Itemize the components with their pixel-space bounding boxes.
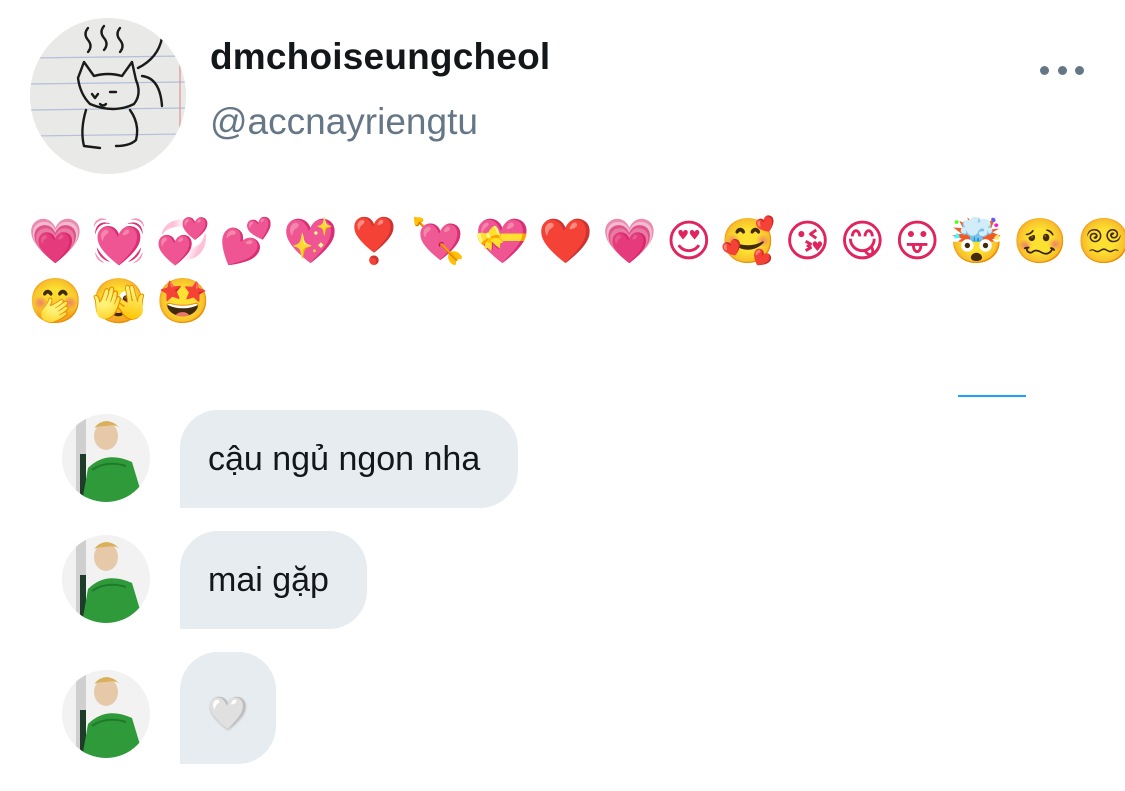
profile-avatar[interactable] (30, 18, 186, 174)
white-heart-icon: 🤍 (208, 694, 248, 732)
more-options-button[interactable] (1040, 56, 1084, 84)
message-bubble[interactable]: cậu ngủ ngon nha (180, 410, 519, 508)
more-horizontal-icon (1040, 65, 1049, 75)
dm-conversation: dmchoiseungcheol @accnayriengtu 💗💓💞💕💖❣️💘… (0, 0, 1125, 791)
profile-bio: 💗💓💞💕💖❣️💘💝❤️💗😍🥰😘😋😛🤯🥴😵‍💫 🤭🫣🤩 (28, 212, 1125, 332)
sender-avatar[interactable] (62, 670, 150, 758)
bio-emoji-line-2: 🤭🫣🤩 (28, 276, 220, 327)
cat-doodle-icon (30, 18, 186, 174)
message-bubble[interactable]: 🤍 (180, 652, 276, 764)
profile-handle: @accnayriengtu (210, 101, 478, 142)
person-avatar-icon (62, 670, 150, 758)
more-dot (1057, 65, 1067, 75)
person-avatar-icon (62, 535, 150, 623)
sender-avatar[interactable] (62, 535, 150, 623)
scroll-accent-bar (958, 395, 1026, 397)
bio-emoji-line-1: 💗💓💞💕💖❣️💘💝❤️💗😍🥰😘😋😛🤯🥴😵‍💫 (28, 216, 1125, 267)
display-name: dmchoiseungcheol (210, 36, 551, 77)
more-dot (1075, 65, 1084, 75)
sender-avatar[interactable] (62, 414, 150, 502)
person-avatar-icon (62, 414, 150, 502)
message-bubble[interactable]: mai gặp (180, 531, 367, 629)
